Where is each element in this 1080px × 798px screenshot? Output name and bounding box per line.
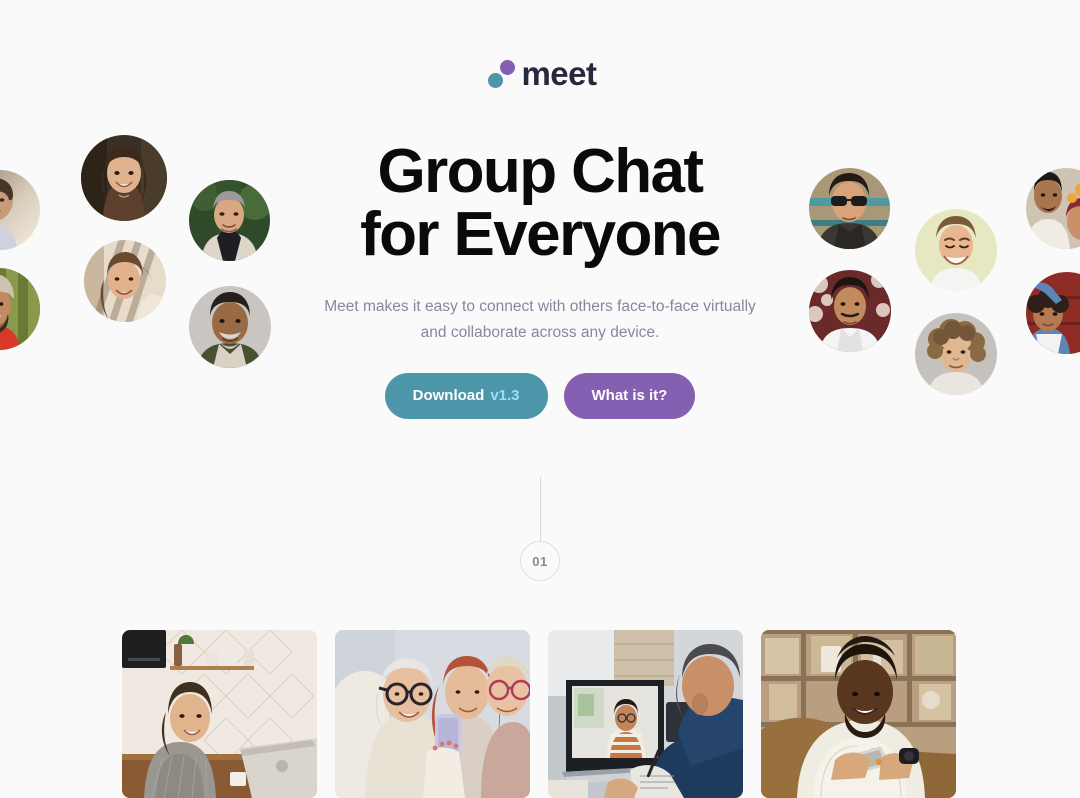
gallery-card-video-call[interactable] bbox=[548, 630, 743, 798]
gallery-row bbox=[122, 630, 958, 798]
logo-dot-purple-icon bbox=[500, 60, 516, 75]
site-logo[interactable]: meet bbox=[0, 52, 1080, 94]
what-is-it-button-label: What is it? bbox=[591, 387, 668, 405]
gallery-card-three-women-phone[interactable] bbox=[335, 630, 530, 798]
hero-section: Group Chat for Everyone Meet makes it ea… bbox=[0, 140, 1080, 419]
hero-cta-group: Download v1.3 What is it? bbox=[0, 372, 1080, 419]
logo-dot-teal-icon bbox=[488, 73, 504, 88]
download-button-version: v1.3 bbox=[490, 387, 520, 405]
step-connector-line bbox=[539, 477, 541, 541]
hero-subtitle: Meet makes it easy to connect with other… bbox=[324, 298, 756, 341]
logo-wordmark: meet bbox=[521, 54, 597, 92]
download-button[interactable]: Download v1.3 bbox=[384, 372, 548, 419]
gallery-card-woman-laptop[interactable] bbox=[122, 630, 317, 798]
step-number-badge: 01 bbox=[520, 541, 560, 581]
page-title: Group Chat for Everyone bbox=[360, 137, 721, 270]
what-is-it-button[interactable]: What is it? bbox=[563, 372, 696, 419]
download-button-label: Download bbox=[412, 387, 485, 405]
gallery-card-man-phone[interactable] bbox=[761, 630, 956, 798]
logo-mark bbox=[483, 56, 517, 90]
